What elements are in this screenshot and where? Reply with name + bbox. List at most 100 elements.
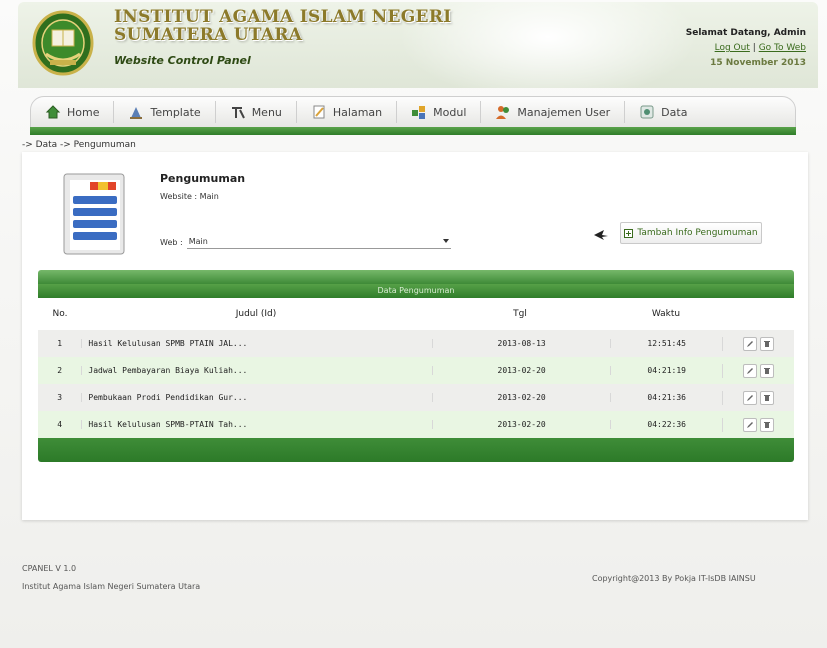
nav-label: Home [67,105,100,119]
page-title: Pengumuman [160,172,246,185]
cell-no: 3 [57,393,63,402]
cpanel-version: CPANEL V 1.0 [22,564,77,573]
web-select[interactable]: Main [186,236,451,249]
header-tgl: Tgl [513,309,527,319]
pencil-icon [746,340,753,347]
nav-label: Template [150,105,201,119]
row-actions [721,390,794,405]
home-icon [45,105,61,119]
control-panel-subtitle: Website Control Panel [114,54,251,67]
nav-label: Halaman [332,105,383,119]
table-caption: Data Pengumuman [38,284,794,298]
trash-icon [763,394,770,401]
nav-label: Modul [433,105,467,119]
cell-judul: Hasil Kelulusan SPMB PTAIN JAL... [81,339,431,348]
cell-judul: Jadwal Pembayaran Biaya Kuliah... [81,366,431,375]
nav-item-manajemen-user[interactable]: Manajemen User [481,101,626,123]
cell-waktu: 04:21:36 [610,393,722,402]
edit-button[interactable] [742,363,757,378]
web-select-value: Main [188,237,208,246]
cell-tgl: 2013-02-20 [431,393,611,402]
delete-button[interactable] [759,417,774,432]
add-icon [624,228,634,238]
row-actions [721,336,794,351]
edit-button[interactable] [742,390,757,405]
cell-no: 4 [57,420,63,429]
cell-tgl: 2013-02-20 [431,366,611,375]
cell-no: 1 [57,339,63,348]
cell-no: 2 [57,366,63,375]
go-to-web-link[interactable]: Go To Web [759,43,806,53]
main-content: Pengumuman Website : Main Web : Main Tam… [22,152,808,520]
header-no: No. [52,309,68,319]
link-separator: | [752,43,756,53]
delete-button[interactable] [759,363,774,378]
pencil-icon [746,421,753,428]
add-button-label: Tambah Info Pengumuman [637,228,758,238]
nav-label: Data [661,105,688,119]
trash-icon [763,340,770,347]
table-row: 2 Jadwal Pembayaran Biaya Kuliah... 2013… [38,357,794,384]
trash-icon [763,367,770,374]
template-icon [130,107,143,119]
pencil-icon [746,367,753,374]
header-judul: Judul (Id) [235,309,277,319]
chevron-down-icon [442,239,449,243]
trash-icon [763,421,770,428]
web-label: Web : [160,238,183,247]
cell-tgl: 2013-02-20 [431,420,611,429]
data-icon [640,105,654,119]
institution-logo [32,10,94,76]
page-icon [313,105,325,119]
logout-link[interactable]: Log Out [715,43,750,53]
nav-underline-bar [30,127,796,135]
table-bottom-bar [38,438,794,462]
site-header: INSTITUT AGAMA ISLAM NEGERI SUMATERA UTA… [18,2,818,88]
cell-judul: Pembukaan Prodi Pendidikan Gur... [81,393,431,402]
institution-title: INSTITUT AGAMA ISLAM NEGERI SUMATERA UTA… [114,7,452,45]
web-selector-row: Web : Main [160,236,451,249]
table-top-bar [38,270,794,284]
table-row: 3 Pembukaan Prodi Pendidikan Gur... 2013… [38,384,794,411]
announcements-table: Data Pengumuman No. Judul (Id) Tgl Waktu… [38,270,794,462]
nav-item-halaman[interactable]: Halaman [297,101,398,123]
website-label: Website : Main [160,192,219,201]
nav-item-menu[interactable]: Menu [216,101,297,123]
cell-waktu: 04:22:36 [610,420,722,429]
delete-button[interactable] [759,390,774,405]
menu-icon [231,107,245,119]
mouse-cursor-icon [594,230,608,240]
footer-left: CPANEL V 1.0 Institut Agama Islam Negeri… [22,560,200,596]
table-row: 1 Hasil Kelulusan SPMB PTAIN JAL... 2013… [38,330,794,357]
pencil-icon [746,394,753,401]
edit-button[interactable] [742,336,757,351]
row-actions [721,363,794,378]
row-actions [721,417,794,432]
announcement-document-icon [63,173,125,255]
current-date: 15 November 2013 [710,58,806,68]
breadcrumb: -> Data -> Pengumuman [22,140,136,150]
cell-waktu: 04:21:19 [610,366,722,375]
user-welcome: Selamat Datang, Admin Log Out | Go To We… [686,26,806,71]
footer-copyright: Copyright@2013 By Pokja IT-IsDB IAINSU [592,574,756,583]
nav-item-data[interactable]: Data [625,101,701,123]
module-icon [412,106,426,119]
nav-item-home[interactable]: Home [31,101,115,123]
nav-label: Manajemen User [517,105,611,119]
cell-waktu: 12:51:45 [610,339,722,348]
edit-button[interactable] [742,417,757,432]
delete-button[interactable] [759,336,774,351]
table-header: No. Judul (Id) Tgl Waktu [38,298,794,330]
nav-label: Menu [251,105,282,119]
table-row: 4 Hasil Kelulusan SPMB-PTAIN Tah... 2013… [38,411,794,438]
footer-institution: Institut Agama Islam Negeri Sumatera Uta… [22,582,201,591]
nav-item-template[interactable]: Template [114,101,216,123]
nav-item-modul[interactable]: Modul [397,101,482,123]
header-waktu: Waktu [651,309,681,319]
users-icon [496,106,510,119]
main-nav: Home Template Menu Halaman Modul Manajem… [30,96,796,128]
add-announcement-button[interactable]: Tambah Info Pengumuman [620,222,762,244]
cell-tgl: 2013-08-13 [431,339,611,348]
welcome-text: Selamat Datang, Admin [685,28,806,38]
cell-judul: Hasil Kelulusan SPMB-PTAIN Tah... [81,420,431,429]
